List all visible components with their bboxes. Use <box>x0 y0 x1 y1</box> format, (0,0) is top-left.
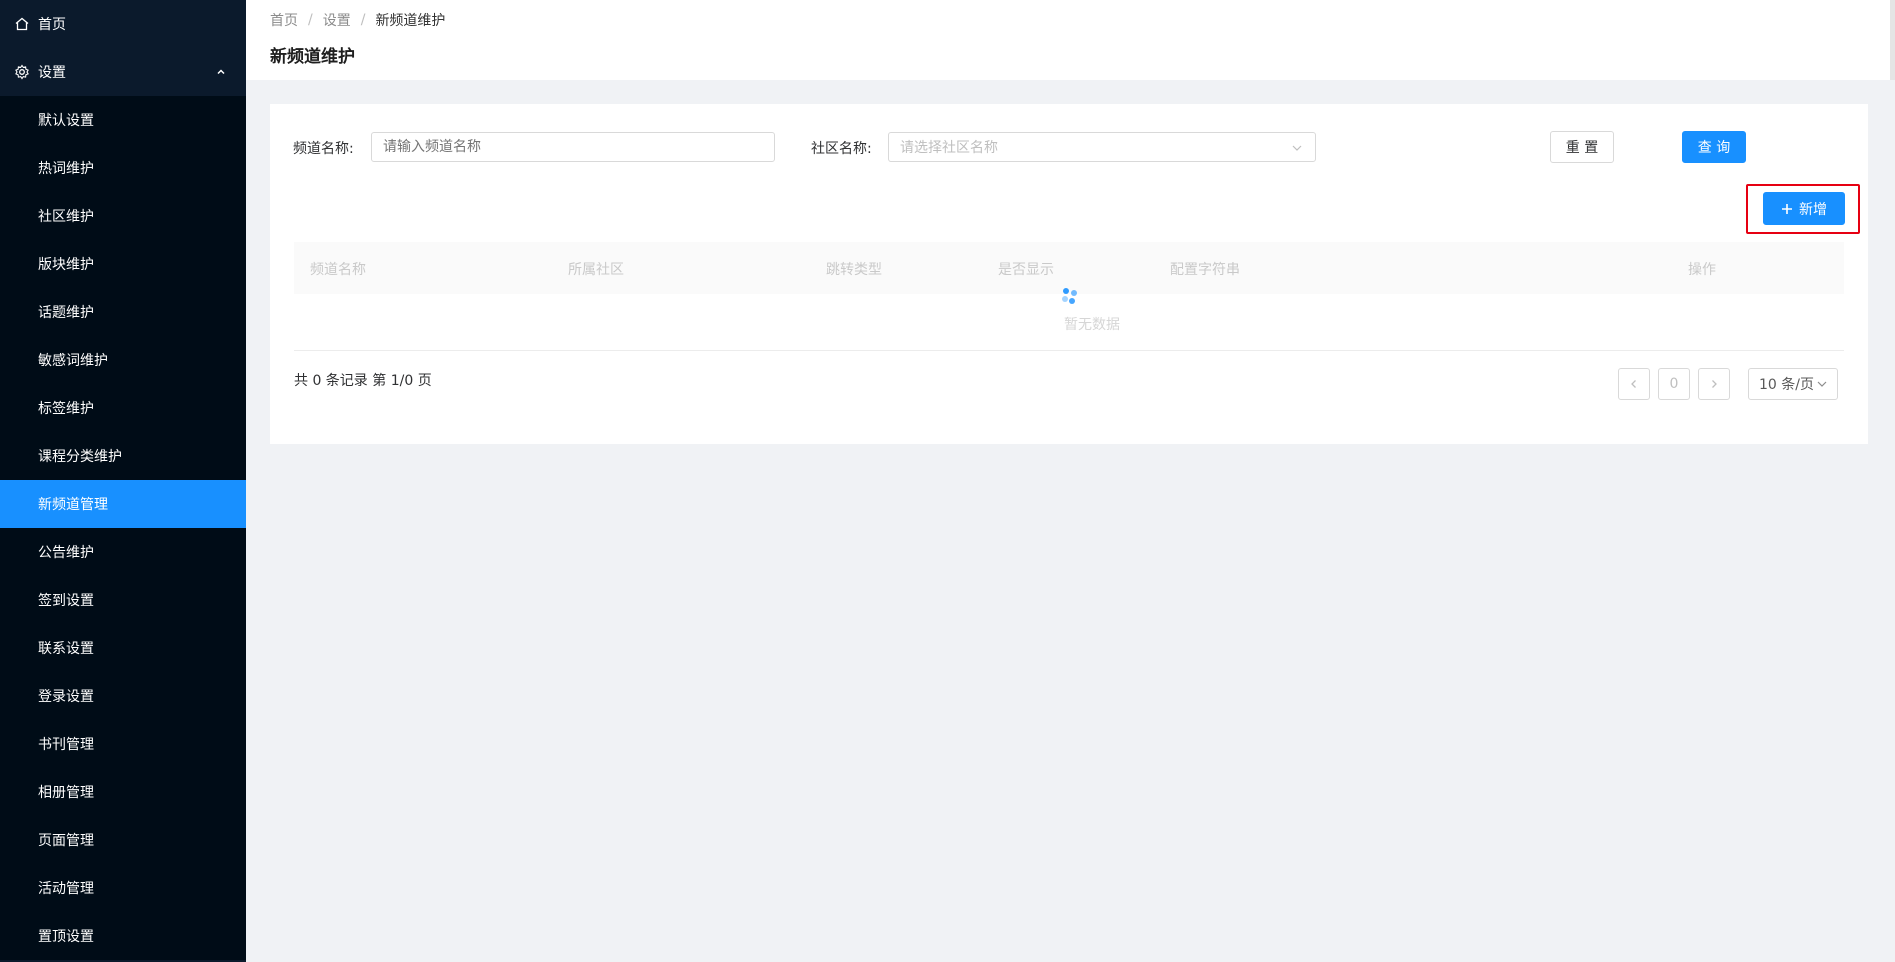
add-button[interactable]: 新增 <box>1763 192 1845 225</box>
breadcrumb-separator: / <box>308 12 313 28</box>
page-number[interactable]: 0 <box>1658 368 1690 400</box>
community-name-label: 社区名称: <box>811 141 872 157</box>
community-select-placeholder: 请选择社区名称 <box>900 140 998 156</box>
sidebar-item-pin[interactable]: 置顶设置 <box>0 912 246 960</box>
sidebar-item-label: 页面管理 <box>38 833 94 849</box>
sidebar-item-tags[interactable]: 标签维护 <box>0 384 246 432</box>
sidebar-item-default-settings[interactable]: 默认设置 <box>0 96 246 144</box>
sidebar-item-books[interactable]: 书刊管理 <box>0 720 246 768</box>
chevron-up-icon <box>216 67 226 77</box>
sidebar-item-community[interactable]: 社区维护 <box>0 192 246 240</box>
column-header: 频道名称 <box>310 262 366 278</box>
column-header: 是否显示 <box>998 262 1054 278</box>
sidebar-item-label: 社区维护 <box>38 209 94 225</box>
sidebar-item-label: 课程分类维护 <box>38 449 122 465</box>
page-title: 新频道维护 <box>270 47 355 67</box>
sidebar-item-label: 登录设置 <box>38 689 94 705</box>
page-header: 首页 / 设置 / 新频道维护 新频道维护 <box>246 0 1890 80</box>
sidebar-item-events[interactable]: 活动管理 <box>0 864 246 912</box>
channel-name-label: 频道名称: <box>293 141 354 157</box>
chevron-down-icon <box>1817 381 1827 387</box>
sidebar-item-label: 签到设置 <box>38 593 94 609</box>
sidebar-item-course-categories[interactable]: 课程分类维护 <box>0 432 246 480</box>
sidebar-item-label: 书刊管理 <box>38 737 94 753</box>
sidebar-item-sections[interactable]: 版块维护 <box>0 240 246 288</box>
sidebar-item-new-channel[interactable]: 新频道管理 <box>0 480 246 528</box>
add-button-label: 新增 <box>1799 201 1827 218</box>
empty-text: 暂无数据 <box>1064 317 1120 333</box>
sidebar-item-checkin[interactable]: 签到设置 <box>0 576 246 624</box>
breadcrumb-separator: / <box>360 12 366 28</box>
sidebar-item-hot-words[interactable]: 热词维护 <box>0 144 246 192</box>
plus-icon <box>1781 203 1793 215</box>
pagination-total: 共 0 条记录 第 1/0 页 <box>294 373 432 389</box>
breadcrumb-current: 新频道维护 <box>375 13 446 29</box>
column-header: 操作 <box>1688 262 1716 278</box>
loading-spinner-icon <box>1058 284 1082 308</box>
sidebar-item-label: 默认设置 <box>38 113 94 129</box>
scrollbar[interactable] <box>1890 0 1895 80</box>
home-icon <box>14 16 30 32</box>
page-size-value: 10 条/页 <box>1759 377 1814 393</box>
sidebar-item-label: 新频道管理 <box>38 497 108 513</box>
chevron-left-icon <box>1631 380 1636 388</box>
sidebar-item-label: 相册管理 <box>38 785 94 801</box>
menu-item-settings[interactable]: 设置 <box>0 48 246 96</box>
sidebar-item-label: 活动管理 <box>38 881 94 897</box>
chevron-down-icon <box>1291 142 1303 154</box>
breadcrumb-home[interactable]: 首页 <box>270 10 298 30</box>
sidebar-item-albums[interactable]: 相册管理 <box>0 768 246 816</box>
channel-name-input[interactable] <box>371 132 775 162</box>
menu-item-settings-label: 设置 <box>38 65 66 81</box>
sidebar-item-pages[interactable]: 页面管理 <box>0 816 246 864</box>
sidebar-item-label: 公告维护 <box>38 545 94 561</box>
content-card: 频道名称: 社区名称: 请选择社区名称 重 置 查 询 新增 频道名称 所属社区… <box>270 104 1868 444</box>
community-select[interactable]: 请选择社区名称 <box>888 132 1316 162</box>
chevron-right-icon <box>1712 380 1717 388</box>
column-header: 跳转类型 <box>826 262 882 278</box>
column-header: 配置字符串 <box>1170 262 1240 278</box>
sidebar-item-topics[interactable]: 话题维护 <box>0 288 246 336</box>
sidebar-item-label: 敏感词维护 <box>38 353 108 369</box>
prev-page-button[interactable] <box>1618 368 1650 400</box>
query-button[interactable]: 查 询 <box>1682 131 1746 163</box>
reset-button[interactable]: 重 置 <box>1550 131 1614 163</box>
settings-submenu: 默认设置 热词维护 社区维护 版块维护 话题维护 敏感词维护 标签维护 课程分类… <box>0 96 246 960</box>
sidebar-item-announcements[interactable]: 公告维护 <box>0 528 246 576</box>
next-page-button[interactable] <box>1698 368 1730 400</box>
sidebar-item-sensitive-words[interactable]: 敏感词维护 <box>0 336 246 384</box>
sidebar-item-label: 版块维护 <box>38 257 94 273</box>
sidebar: 首页 设置 默认设置 热词维护 社区维护 版块维护 话题维护 敏感词维护 标签维… <box>0 0 246 962</box>
gear-icon <box>14 64 30 80</box>
sidebar-item-contact[interactable]: 联系设置 <box>0 624 246 672</box>
table-body: 暂无数据 <box>294 288 1844 351</box>
breadcrumb: 首页 / 设置 / 新频道维护 <box>270 10 445 30</box>
sidebar-item-label: 置顶设置 <box>38 929 94 945</box>
sidebar-item-label: 话题维护 <box>38 305 94 321</box>
breadcrumb-settings[interactable]: 设置 <box>323 10 351 30</box>
column-header: 所属社区 <box>568 262 624 278</box>
menu-item-home-label: 首页 <box>38 17 66 33</box>
sidebar-item-label: 热词维护 <box>38 161 94 177</box>
sidebar-item-login[interactable]: 登录设置 <box>0 672 246 720</box>
page-size-select[interactable]: 10 条/页 <box>1748 368 1838 400</box>
menu-item-home[interactable]: 首页 <box>0 0 246 48</box>
sidebar-item-label: 标签维护 <box>38 401 94 417</box>
sidebar-item-label: 联系设置 <box>38 641 94 657</box>
